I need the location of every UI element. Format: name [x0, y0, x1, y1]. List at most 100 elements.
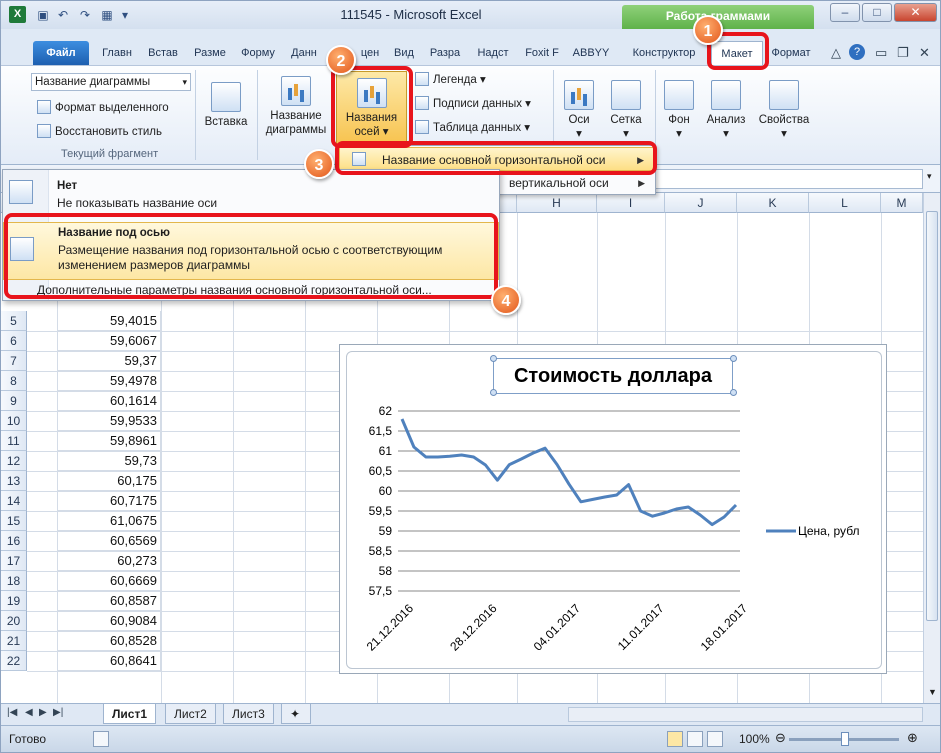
zoom-level[interactable]: 100% [739, 732, 770, 746]
data-table-button[interactable]: Таблица данных ▾ [415, 120, 530, 134]
undo-icon[interactable]: ↶ [55, 7, 71, 23]
gridlines-button[interactable]: Сетка▾ [603, 80, 649, 141]
row-header[interactable]: 6 [1, 331, 27, 351]
insert-sheet-icon[interactable]: ✦ [281, 704, 311, 724]
tab-page-layout[interactable]: Разме [189, 41, 231, 65]
reset-style-button[interactable]: Восстановить стиль [37, 124, 162, 138]
table-cell[interactable]: 61,0675 [57, 511, 161, 531]
chart-element-combo[interactable]: Название диаграммы ▾ [31, 73, 191, 91]
tab-formulas[interactable]: Форму [237, 41, 279, 65]
chart-title-button[interactable]: Название диаграммы [259, 76, 333, 137]
resize-handle[interactable] [730, 355, 737, 362]
table-cell[interactable]: 60,1614 [57, 391, 161, 411]
tab-insert[interactable]: Встав [143, 41, 183, 65]
zoom-slider-thumb[interactable] [841, 732, 849, 746]
quick-access-icon[interactable]: ▦ [99, 7, 115, 23]
doc-minimize-icon[interactable]: ▭ [875, 45, 887, 61]
tab-home[interactable]: Главн [97, 41, 137, 65]
chart-title-box[interactable]: Стоимость доллара [493, 358, 733, 394]
resize-handle[interactable] [730, 389, 737, 396]
page-layout-view-icon[interactable] [687, 731, 703, 747]
maximize-button[interactable]: □ [862, 3, 892, 22]
table-cell[interactable]: 60,8587 [57, 591, 161, 611]
doc-restore-icon[interactable]: ❐ [897, 45, 909, 61]
scroll-down-icon[interactable]: ▼ [928, 687, 937, 697]
table-cell[interactable]: 60,8528 [57, 631, 161, 651]
tab-format[interactable]: Формат [767, 41, 815, 65]
row-header[interactable]: 14 [1, 491, 27, 511]
minimize-button[interactable]: – [830, 3, 860, 22]
tab-abbyy[interactable]: ABBYY [569, 41, 613, 65]
row-header[interactable]: 15 [1, 511, 27, 531]
insert-button[interactable]: Вставка [199, 82, 253, 129]
row-header[interactable]: 20 [1, 611, 27, 631]
page-break-view-icon[interactable] [707, 731, 723, 747]
legend-button[interactable]: Легенда ▾ [415, 72, 486, 86]
tab-view[interactable]: Вид [389, 41, 419, 65]
tab-review[interactable]: цен [356, 41, 384, 65]
row-header[interactable]: 8 [1, 371, 27, 391]
zoom-slider[interactable] [789, 738, 899, 741]
axes-button[interactable]: Оси▾ [559, 80, 599, 141]
tab-addins[interactable]: Надст [471, 41, 515, 65]
vertical-scroll-thumb[interactable] [926, 211, 938, 621]
close-button[interactable]: ✕ [894, 3, 937, 22]
table-cell[interactable]: 59,37 [57, 351, 161, 371]
zoom-out-icon[interactable]: ⊖ [775, 730, 786, 746]
table-cell[interactable]: 59,4978 [57, 371, 161, 391]
resize-handle[interactable] [490, 389, 497, 396]
table-cell[interactable]: 59,73 [57, 451, 161, 471]
format-selection-button[interactable]: Формат выделенного [37, 100, 169, 114]
table-cell[interactable]: 60,8641 [57, 651, 161, 671]
row-header[interactable]: 11 [1, 431, 27, 451]
tab-foxit[interactable]: Foxit F [520, 41, 564, 65]
zoom-in-icon[interactable]: ⊕ [907, 730, 918, 746]
table-cell[interactable]: 60,6669 [57, 571, 161, 591]
data-labels-button[interactable]: Подписи данных ▾ [415, 96, 531, 110]
table-cell[interactable]: 60,273 [57, 551, 161, 571]
row-header[interactable]: 13 [1, 471, 27, 491]
redo-icon[interactable]: ↷ [77, 7, 93, 23]
row-header[interactable]: 7 [1, 351, 27, 371]
help-icon[interactable]: ? [849, 44, 865, 60]
row-header[interactable]: 21 [1, 631, 27, 651]
save-icon[interactable]: ▣ [35, 7, 51, 23]
minimize-ribbon-icon[interactable]: △ [831, 45, 841, 61]
table-cell[interactable]: 60,6569 [57, 531, 161, 551]
column-header-k[interactable]: K [737, 193, 809, 213]
chart-title[interactable]: Стоимость доллара [494, 359, 732, 393]
row-header[interactable]: 16 [1, 531, 27, 551]
table-cell[interactable]: 60,7175 [57, 491, 161, 511]
tab-developer[interactable]: Разра [424, 41, 466, 65]
analysis-button[interactable]: Анализ▾ [703, 80, 749, 141]
menu-item-none[interactable]: Нет Не показывать название оси [3, 174, 499, 218]
next-sheet-icon[interactable]: ▶ [39, 707, 47, 718]
column-header-h[interactable]: H [517, 193, 597, 213]
table-cell[interactable]: 59,8961 [57, 431, 161, 451]
sheet-tab-1[interactable]: Лист1 [103, 704, 156, 724]
excel-app-icon[interactable]: X [9, 6, 26, 23]
tab-file[interactable]: Файл [33, 41, 89, 65]
line-chart[interactable]: 6261,56160,56059,55958,55857,521.12.2016… [339, 344, 887, 674]
doc-close-icon[interactable]: ✕ [919, 45, 930, 61]
column-header-i[interactable]: I [597, 193, 665, 213]
sheet-tab-2[interactable]: Лист2 [165, 704, 216, 724]
tab-design[interactable]: Конструктор [621, 41, 707, 65]
table-cell[interactable]: 60,175 [57, 471, 161, 491]
column-header-m[interactable]: M [881, 193, 923, 213]
customize-quick-access-icon[interactable]: ▾ [117, 7, 133, 23]
vertical-scrollbar[interactable]: ▼ [923, 193, 940, 703]
row-header[interactable]: 9 [1, 391, 27, 411]
row-header[interactable]: 10 [1, 411, 27, 431]
resize-handle[interactable] [490, 355, 497, 362]
first-sheet-icon[interactable]: |◀ [7, 707, 17, 718]
row-header[interactable]: 22 [1, 651, 27, 671]
plot-area-button[interactable]: Фон▾ [659, 80, 699, 141]
column-header-l[interactable]: L [809, 193, 881, 213]
table-cell[interactable]: 59,6067 [57, 331, 161, 351]
row-header[interactable]: 18 [1, 571, 27, 591]
table-cell[interactable]: 59,4015 [57, 311, 161, 331]
table-cell[interactable]: 60,9084 [57, 611, 161, 631]
expand-formula-icon[interactable]: ▾ [927, 171, 932, 182]
row-header[interactable]: 19 [1, 591, 27, 611]
